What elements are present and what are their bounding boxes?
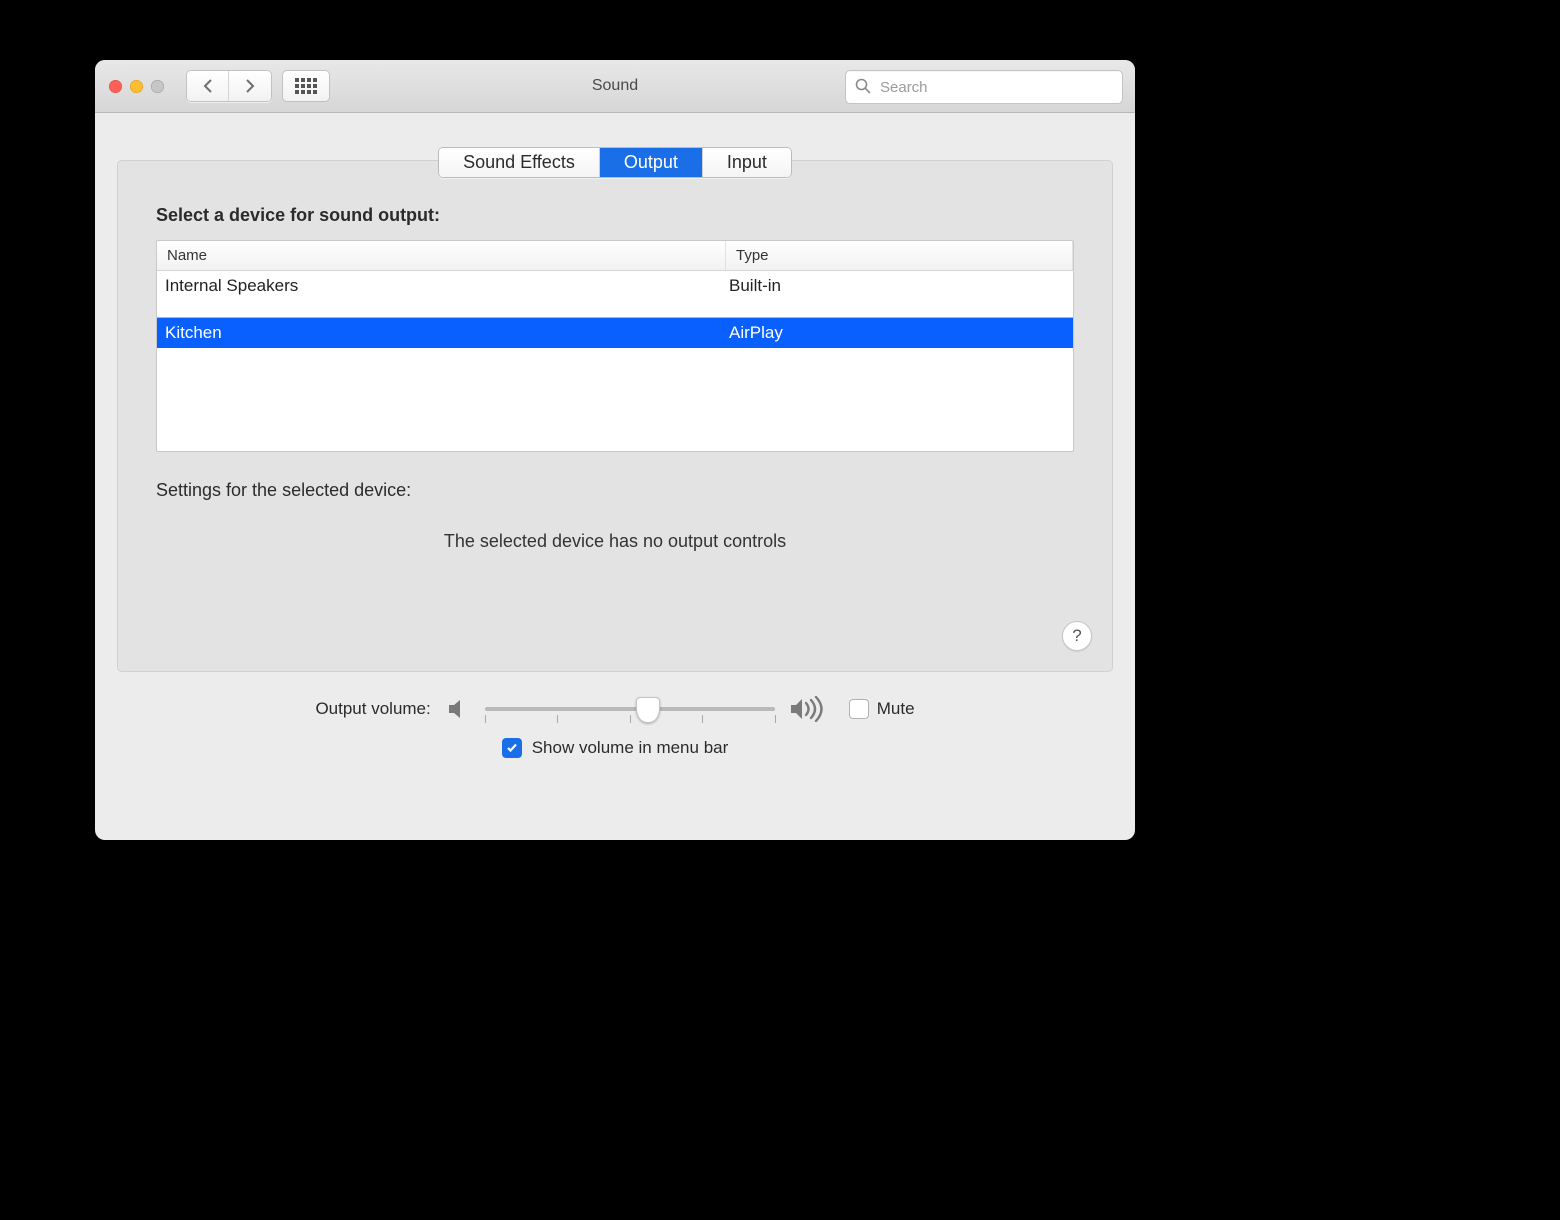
settings-heading: Settings for the selected device:	[156, 480, 1074, 501]
table-row[interactable]: Internal Speakers Built-in	[157, 271, 1073, 301]
device-name: Internal Speakers	[157, 271, 721, 301]
mute-checkbox[interactable]	[849, 699, 869, 719]
toolbar-nav	[186, 70, 330, 102]
tabs: Sound Effects Output Input	[95, 147, 1135, 178]
speaker-mute-icon	[447, 698, 471, 720]
show-volume-checkbox[interactable]	[502, 738, 522, 758]
output-volume-label: Output volume:	[315, 699, 430, 719]
no-output-controls-message: The selected device has no output contro…	[156, 531, 1074, 552]
show-volume-row: Show volume in menu bar	[95, 738, 1135, 758]
speaker-loud-icon	[789, 696, 829, 722]
table-header: Name Type	[157, 241, 1073, 271]
chevron-left-icon	[203, 79, 213, 93]
output-device-table: Name Type Internal Speakers Built-in Kit…	[156, 240, 1074, 452]
toolbar: Sound	[95, 60, 1135, 113]
grid-icon	[295, 78, 317, 94]
minimize-button[interactable]	[130, 80, 143, 93]
help-button[interactable]: ?	[1062, 621, 1092, 651]
sound-preferences-window: Sound Sound Effects Output Input Select …	[95, 60, 1135, 840]
mute-label: Mute	[877, 699, 915, 719]
forward-button[interactable]	[229, 71, 271, 101]
window-controls	[109, 80, 164, 93]
column-type[interactable]: Type	[726, 241, 1073, 270]
slider-thumb[interactable]	[636, 697, 660, 723]
show-volume-label: Show volume in menu bar	[532, 738, 729, 758]
table-row[interactable]: Kitchen AirPlay	[157, 317, 1073, 348]
chevron-right-icon	[245, 79, 255, 93]
tab-input[interactable]: Input	[703, 148, 791, 177]
back-forward-segment	[186, 70, 272, 102]
output-volume-slider[interactable]	[485, 697, 775, 721]
device-name: Kitchen	[157, 318, 721, 348]
search-icon	[855, 78, 871, 94]
back-button[interactable]	[187, 71, 229, 101]
output-panel: Select a device for sound output: Name T…	[117, 160, 1113, 672]
select-device-heading: Select a device for sound output:	[156, 205, 1074, 226]
tab-output[interactable]: Output	[600, 148, 703, 177]
output-volume-row: Output volume:	[95, 696, 1135, 722]
device-type: Built-in	[721, 271, 1073, 301]
show-all-button[interactable]	[282, 70, 330, 102]
search-input[interactable]	[845, 70, 1123, 104]
column-name[interactable]: Name	[157, 241, 726, 270]
tab-sound-effects[interactable]: Sound Effects	[439, 148, 600, 177]
device-type: AirPlay	[721, 318, 1073, 348]
close-button[interactable]	[109, 80, 122, 93]
zoom-button[interactable]	[151, 80, 164, 93]
